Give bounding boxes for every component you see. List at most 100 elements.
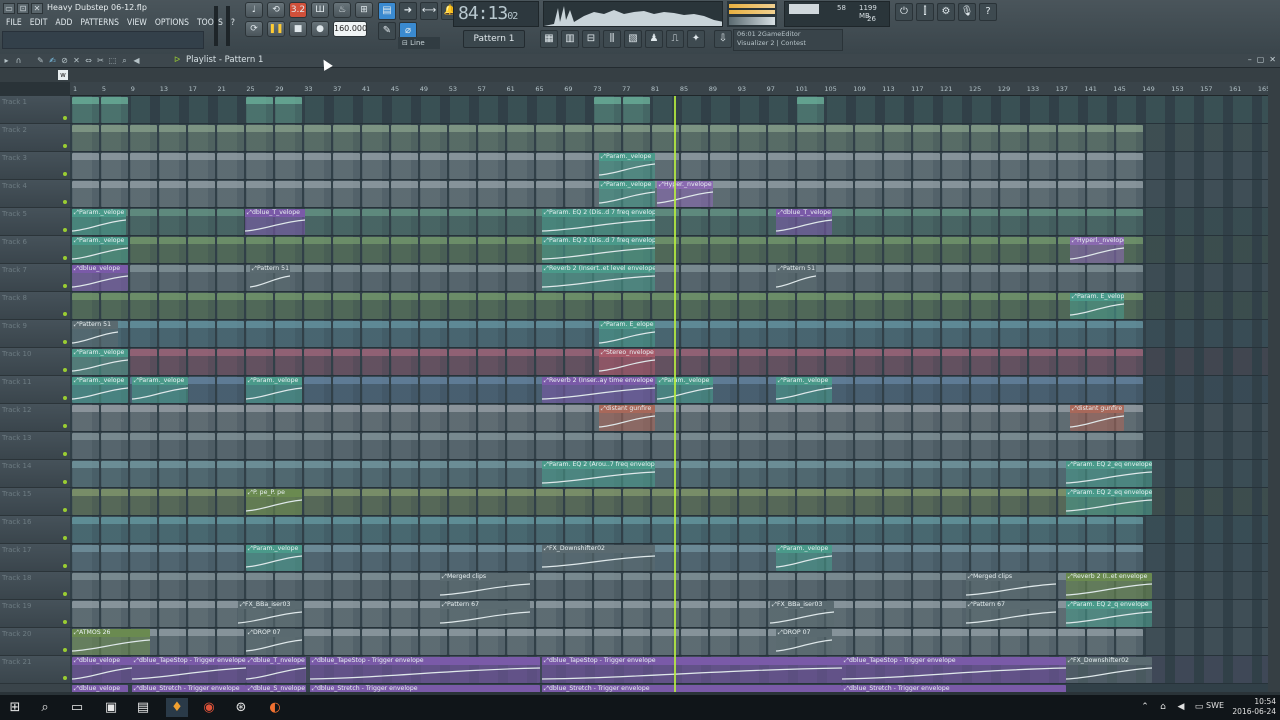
pattern-clip[interactable]: [913, 125, 940, 151]
magnet-icon[interactable]: ∩: [14, 55, 23, 66]
automation-clip[interactable]: ⤢Param._velope: [657, 377, 713, 403]
pattern-clip[interactable]: [101, 433, 128, 459]
pattern-clip[interactable]: [478, 265, 505, 291]
pattern-clip[interactable]: [362, 293, 389, 319]
pattern-clip[interactable]: [768, 153, 795, 179]
pattern-clip[interactable]: [449, 433, 476, 459]
pattern-clip[interactable]: [913, 433, 940, 459]
pattern-clip[interactable]: [826, 349, 853, 375]
folder-icon[interactable]: ▤: [132, 698, 154, 717]
start-icon[interactable]: ⊞: [4, 698, 26, 717]
automation-clip[interactable]: ⤢FX_BBa_iser03: [238, 601, 302, 627]
automation-clip[interactable]: ⤢dblue_Stretch - Trigger envelope: [310, 685, 540, 692]
pattern-clip[interactable]: [536, 489, 563, 515]
steam-icon[interactable]: ⊛: [230, 698, 252, 717]
automation-clip[interactable]: ⤢DROP 07: [776, 629, 832, 655]
pattern-clip[interactable]: [246, 293, 273, 319]
pattern-clip[interactable]: [275, 293, 302, 319]
pattern-clip[interactable]: [1087, 265, 1114, 291]
automation-clip[interactable]: ⤢distant gunfire: [1070, 405, 1124, 431]
pattern-clip[interactable]: [797, 433, 824, 459]
pattern-clip[interactable]: [971, 237, 998, 263]
pattern-clip[interactable]: [188, 237, 215, 263]
pattern-clip[interactable]: [449, 265, 476, 291]
pattern-clip[interactable]: [391, 349, 418, 375]
pattern-clip[interactable]: [1000, 461, 1027, 487]
pattern-clip[interactable]: [130, 153, 157, 179]
pattern-clip[interactable]: [855, 181, 882, 207]
automation-clip[interactable]: ⤢Pattern 51: [250, 265, 290, 291]
pattern-clip[interactable]: [710, 517, 737, 543]
pattern-clip[interactable]: [565, 573, 592, 599]
track-header[interactable]: Track 6: [0, 236, 70, 264]
pattern-clip[interactable]: [362, 321, 389, 347]
mute-icon[interactable]: ✕: [72, 55, 81, 66]
pattern-clip[interactable]: [971, 629, 998, 655]
pattern-clip[interactable]: [275, 349, 302, 375]
automation-clip[interactable]: ⤢Reverb 2 (I..et envelope: [1066, 573, 1152, 599]
pattern-clip[interactable]: [101, 97, 128, 123]
browser-icon[interactable]: ▧: [624, 30, 642, 48]
track-header[interactable]: Track 13: [0, 432, 70, 460]
pattern-clip[interactable]: [275, 237, 302, 263]
pattern-clip[interactable]: [130, 321, 157, 347]
pencil-icon[interactable]: ✎: [36, 55, 45, 66]
wrench-icon[interactable]: ✦: [687, 30, 705, 48]
pattern-clip[interactable]: [507, 237, 534, 263]
slip-icon[interactable]: ⇔: [84, 55, 93, 66]
pattern-clip[interactable]: [217, 321, 244, 347]
pattern-clip[interactable]: [739, 293, 766, 319]
pattern-clip[interactable]: [1058, 433, 1085, 459]
pattern-clip[interactable]: [855, 517, 882, 543]
automation-clip[interactable]: ⤢distant gunfire: [599, 405, 655, 431]
track-mute-led[interactable]: [63, 424, 67, 428]
pattern-clip[interactable]: [942, 545, 969, 571]
pattern-clip[interactable]: [971, 321, 998, 347]
pattern-clip[interactable]: [942, 293, 969, 319]
pattern-clip[interactable]: [1087, 629, 1114, 655]
pattern-clip[interactable]: [304, 321, 331, 347]
pattern-clip[interactable]: [913, 209, 940, 235]
pattern-clip[interactable]: [681, 601, 708, 627]
pattern-clip[interactable]: [420, 489, 447, 515]
pattern-clip[interactable]: [797, 321, 824, 347]
pattern-clip[interactable]: [1058, 377, 1085, 403]
pattern-clip[interactable]: [333, 125, 360, 151]
pattern-clip[interactable]: [362, 265, 389, 291]
mixer-icon[interactable]: ⫿: [916, 3, 934, 21]
pattern-clip[interactable]: [1000, 377, 1027, 403]
help-icon[interactable]: ?: [979, 3, 997, 21]
pattern-clip[interactable]: [884, 237, 911, 263]
automation-clip[interactable]: ⤢dblue_S_nvelope: [246, 685, 306, 692]
pattern-clip[interactable]: [1000, 517, 1027, 543]
pattern-clip[interactable]: [420, 517, 447, 543]
pattern-clip[interactable]: [1116, 433, 1143, 459]
pattern-clip[interactable]: [710, 209, 737, 235]
pattern-clip[interactable]: [942, 489, 969, 515]
pattern-clip[interactable]: [913, 545, 940, 571]
track-mute-led[interactable]: [63, 676, 67, 680]
pattern-clip[interactable]: [768, 125, 795, 151]
pattern-clip[interactable]: [565, 489, 592, 515]
pattern-clip[interactable]: [362, 153, 389, 179]
pattern-clip[interactable]: [1116, 209, 1143, 235]
pattern-clip[interactable]: [188, 321, 215, 347]
pattern-clip[interactable]: [710, 573, 737, 599]
pattern-clip[interactable]: [826, 181, 853, 207]
automation-clip[interactable]: ⤢Param._velope: [72, 349, 128, 375]
pattern-clip[interactable]: [971, 433, 998, 459]
automation-clip[interactable]: ⤢Param._velope: [72, 209, 126, 235]
pattern-clip[interactable]: [971, 293, 998, 319]
pattern-clip[interactable]: [72, 461, 99, 487]
pattern-clip[interactable]: [826, 237, 853, 263]
automation-clip[interactable]: ⤢dblue_Stretch - Trigger envelope: [842, 685, 1066, 692]
track-header[interactable]: Track 4: [0, 180, 70, 208]
automation-clip[interactable]: ⤢Param. E_elope: [599, 321, 655, 347]
pattern-clip[interactable]: [420, 125, 447, 151]
zoom-icon[interactable]: ⌕: [120, 55, 129, 66]
pattern-clip[interactable]: [362, 237, 389, 263]
pattern-clip[interactable]: [536, 405, 563, 431]
pattern-clip[interactable]: [449, 489, 476, 515]
pattern-clip[interactable]: [623, 97, 650, 123]
pattern-clip[interactable]: [304, 517, 331, 543]
